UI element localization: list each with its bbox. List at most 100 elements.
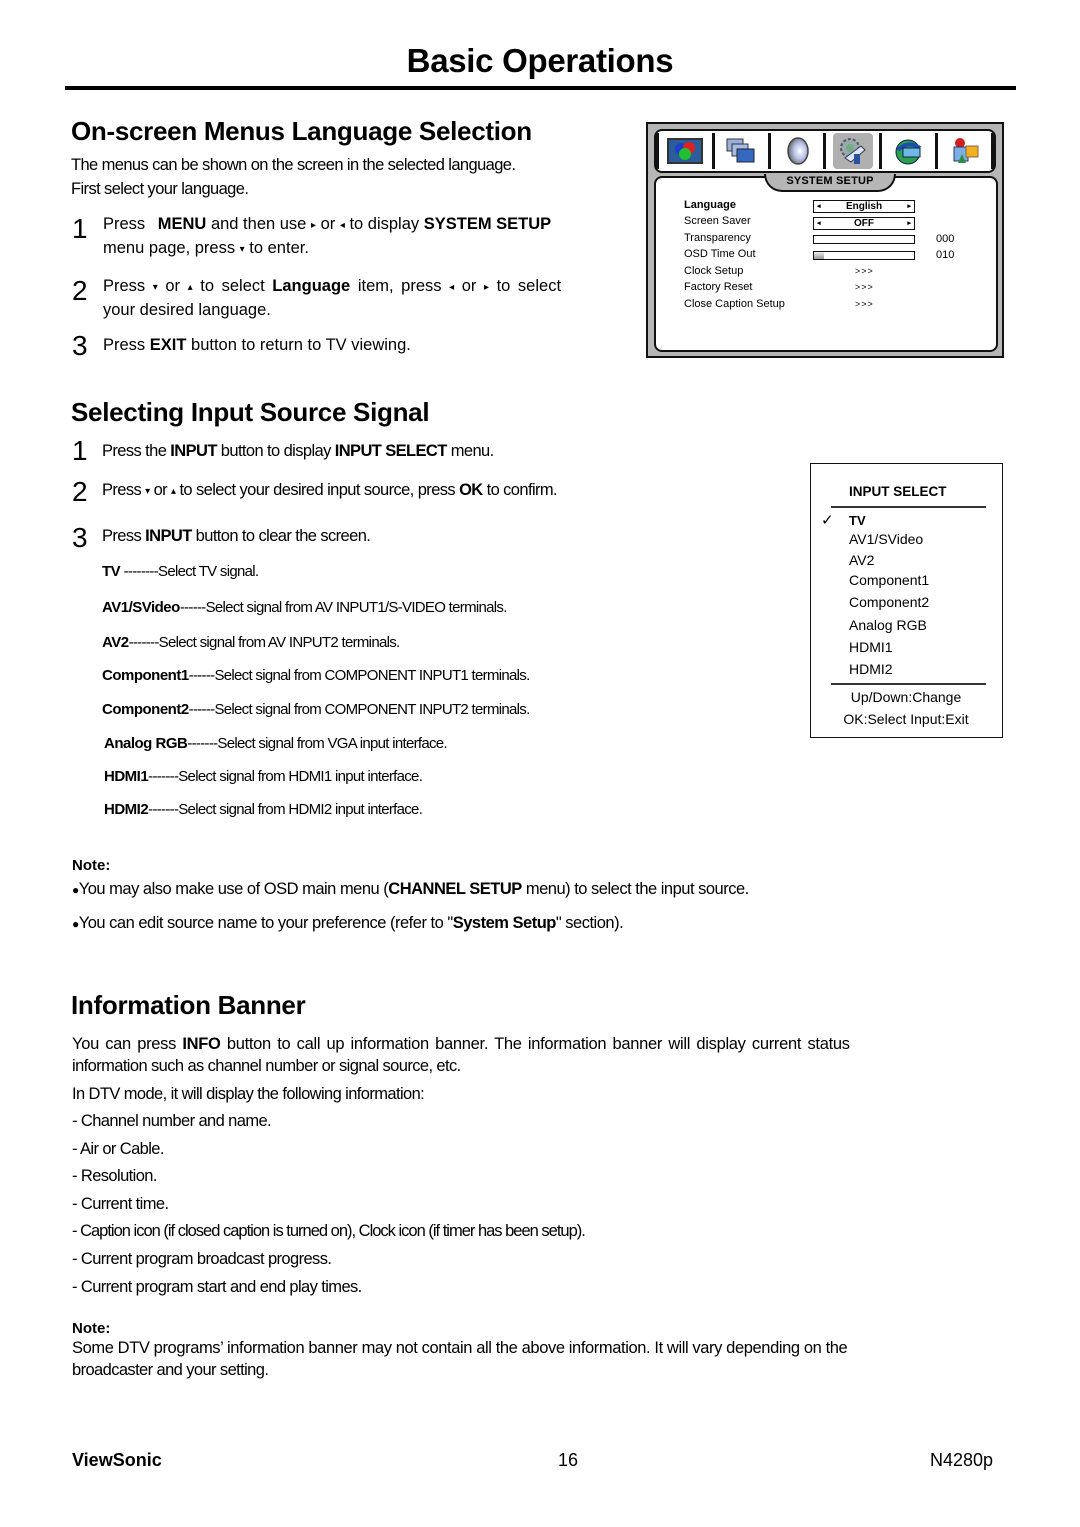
left-arrow-icon[interactable]: ◂ xyxy=(817,218,821,229)
info-note-line1: Some DTV programs’ information banner ma… xyxy=(72,1339,848,1357)
title-divider xyxy=(65,86,1016,90)
language-intro-line2: First select your language. xyxy=(71,180,249,198)
text: and then use xyxy=(206,215,311,233)
step-number: 2 xyxy=(72,275,88,306)
step-number: 1 xyxy=(72,213,88,244)
ok-key: OK xyxy=(459,481,483,499)
signal-desc: Select signal from HDMI1 input interface… xyxy=(178,768,423,785)
globe-icon xyxy=(895,139,921,165)
right-arrow-icon[interactable]: ▸ xyxy=(907,218,911,229)
submenu-arrows[interactable]: >>> xyxy=(855,266,874,276)
signal-desc: Select signal from AV INPUT1/S-VIDEO ter… xyxy=(205,599,508,616)
signal-item-component1: Component1------Select signal from COMPO… xyxy=(102,667,530,684)
dtv-intro: In DTV mode, it will display the followi… xyxy=(72,1085,425,1103)
transparency-slider[interactable] xyxy=(813,235,915,244)
right-arrow-icon[interactable]: ▸ xyxy=(907,201,911,212)
osd-timeout-slider[interactable] xyxy=(813,251,915,260)
step-text: Press ▾ or ▴ to select your desired inpu… xyxy=(102,479,558,503)
language-section-heading: On-screen Menus Language Selection xyxy=(71,116,532,146)
signal-item-analog-rgb: Analog RGB-------Select signal from VGA … xyxy=(104,735,448,752)
text: button to return to TV viewing. xyxy=(186,336,411,354)
input-option-component1[interactable]: Component1 xyxy=(849,572,929,588)
text: Press xyxy=(102,481,146,499)
text: or xyxy=(454,277,484,295)
signal-name: Component2 xyxy=(102,701,189,718)
signal-name: HDMI1 xyxy=(104,768,149,785)
info-note-line2: broadcaster and your setting. xyxy=(72,1361,269,1379)
step-text: Press the INPUT button to display INPUT … xyxy=(102,440,494,462)
text: button to clear the screen. xyxy=(191,527,371,545)
osd-row-screen-saver-label[interactable]: Screen Saver xyxy=(684,213,751,229)
dashes: ------- xyxy=(148,768,179,785)
screen-saver-select[interactable]: ◂ OFF ▸ xyxy=(813,217,915,230)
text: or xyxy=(149,481,172,499)
input-key: INPUT xyxy=(170,442,217,460)
osd-row-osd-timeout-label[interactable]: OSD Time Out xyxy=(684,246,756,262)
signal-desc: Select signal from COMPONENT INPUT2 term… xyxy=(214,701,530,718)
slider-fill xyxy=(814,252,824,259)
text: your desired language. xyxy=(103,301,271,319)
channel-setup-key: CHANNEL SETUP xyxy=(388,880,522,898)
language-value: English xyxy=(845,201,883,212)
osd-tab-picture[interactable] xyxy=(656,133,715,169)
osd-tab-bar xyxy=(654,129,996,173)
dashes: ------- xyxy=(128,634,160,651)
system-setup-osd: SYSTEM SETUP Language ◂ English ▸ Screen… xyxy=(646,122,1004,358)
text: button to display xyxy=(216,442,335,460)
step-text: Press MENU and then use ▸ or ◂ to displa… xyxy=(103,213,643,261)
screen-saver-value: OFF xyxy=(854,218,874,229)
system-setup-key: SYSTEM SETUP xyxy=(423,215,552,233)
signal-name: Analog RGB xyxy=(104,735,188,752)
osd-tab-channel[interactable] xyxy=(882,133,939,169)
submenu-arrows[interactable]: >>> xyxy=(855,299,874,309)
submenu-arrows[interactable]: >>> xyxy=(855,282,874,292)
info-item: - Current program broadcast progress. xyxy=(72,1250,332,1268)
step-text: Press INPUT button to clear the screen. xyxy=(102,525,371,547)
text: Press xyxy=(103,336,150,354)
text: to confirm. xyxy=(482,481,558,499)
input-option-tv[interactable]: TV xyxy=(849,513,866,528)
input-option-av2[interactable]: AV2 xyxy=(849,552,874,568)
osd-row-clock-setup-label[interactable]: Clock Setup xyxy=(684,263,743,279)
info-paragraph-line1: You can press INFO button to call up inf… xyxy=(72,1035,1014,1054)
input-option-hdmi1[interactable]: HDMI1 xyxy=(849,639,893,655)
info-key: INFO xyxy=(182,1035,221,1053)
text: Press xyxy=(103,215,150,233)
divider xyxy=(831,683,986,685)
language-select[interactable]: ◂ English ▸ xyxy=(813,200,915,213)
osd-timeout-value: 010 xyxy=(936,249,955,261)
info-item: - Channel number and name. xyxy=(72,1112,272,1130)
signal-item-av1: AV1/SVideo------Select signal from AV IN… xyxy=(102,599,507,616)
input-select-key: INPUT SELECT xyxy=(334,442,448,460)
info-note-label: Note: xyxy=(72,1320,111,1337)
osd-tab-audio[interactable] xyxy=(771,133,827,169)
text: button to call up information banner. Th… xyxy=(220,1035,850,1053)
osd-row-close-caption-label[interactable]: Close Caption Setup xyxy=(684,296,785,312)
signal-item-hdmi1: HDMI1-------Select signal from HDMI1 inp… xyxy=(104,768,423,785)
info-item: - Air or Cable. xyxy=(72,1140,164,1158)
step-number: 3 xyxy=(72,330,88,361)
text: Press the xyxy=(102,442,171,460)
osd-tab-parental[interactable] xyxy=(938,133,994,169)
input-option-av1[interactable]: AV1/SVideo xyxy=(849,531,923,547)
transparency-value: 000 xyxy=(936,233,955,245)
signal-item-tv: TV --------Select TV signal. xyxy=(102,563,259,580)
signal-desc: Select signal from AV INPUT2 terminals. xyxy=(158,634,401,651)
osd-tab-screen[interactable] xyxy=(715,133,771,169)
info-paragraph-line2: information such as channel number or si… xyxy=(72,1057,461,1075)
osd-row-factory-reset-label[interactable]: Factory Reset xyxy=(684,279,752,295)
left-arrow-icon[interactable]: ◂ xyxy=(817,201,821,212)
text: to select xyxy=(192,277,273,295)
osd-row-language-label[interactable]: Language xyxy=(684,197,736,213)
osd-row-transparency-label[interactable]: Transparency xyxy=(684,230,751,246)
dashes: ------ xyxy=(188,701,215,718)
input-option-component2[interactable]: Component2 xyxy=(849,594,929,610)
signal-desc: Select TV signal. xyxy=(158,563,259,580)
input-option-hdmi2[interactable]: HDMI2 xyxy=(849,661,893,677)
text: " section). xyxy=(555,914,624,932)
text: to display xyxy=(344,215,424,233)
footer-model: N4280p xyxy=(930,1450,994,1470)
osd-tab-system-setup[interactable] xyxy=(826,133,883,169)
text: menu. xyxy=(446,442,494,460)
input-option-analog-rgb[interactable]: Analog RGB xyxy=(849,617,927,633)
